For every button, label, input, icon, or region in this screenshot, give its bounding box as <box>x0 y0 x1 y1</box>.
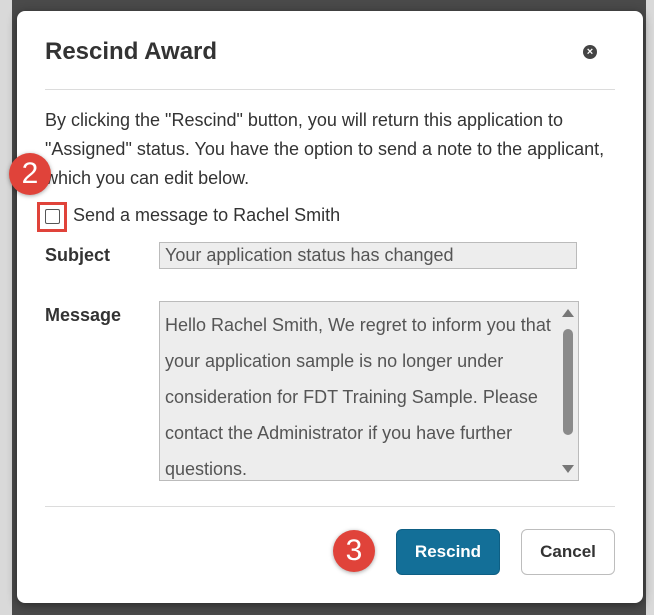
scroll-up-icon[interactable] <box>562 309 574 317</box>
cancel-button[interactable]: Cancel <box>521 529 615 575</box>
scroll-thumb[interactable] <box>563 329 573 435</box>
header-divider <box>45 89 615 90</box>
rescind-button[interactable]: Rescind <box>396 529 500 575</box>
dialog-title: Rescind Award <box>45 38 218 65</box>
subject-label: Subject <box>45 245 111 265</box>
message-textarea[interactable]: Hello Rachel Smith, We regret to inform … <box>159 301 579 481</box>
send-message-label[interactable]: Send a message to Rachel Smith <box>73 205 340 226</box>
footer-divider <box>45 506 615 507</box>
subject-input[interactable] <box>159 242 577 269</box>
intro-text: By clicking the "Rescind" button, you wi… <box>45 110 605 188</box>
message-scrollbar[interactable] <box>558 303 576 479</box>
step-3-annotation-badge: 3 <box>333 530 375 572</box>
rescind-award-dialog: Rescind Award × By clicking the "Rescind… <box>17 11 643 603</box>
message-label: Message <box>45 305 122 325</box>
background-page-edge <box>646 0 654 615</box>
step-2-annotation-badge: 2 <box>9 153 51 195</box>
close-icon[interactable]: × <box>583 45 597 59</box>
scroll-down-icon[interactable] <box>562 465 574 473</box>
send-message-checkbox[interactable] <box>45 209 60 224</box>
background-page-edge <box>0 0 12 615</box>
